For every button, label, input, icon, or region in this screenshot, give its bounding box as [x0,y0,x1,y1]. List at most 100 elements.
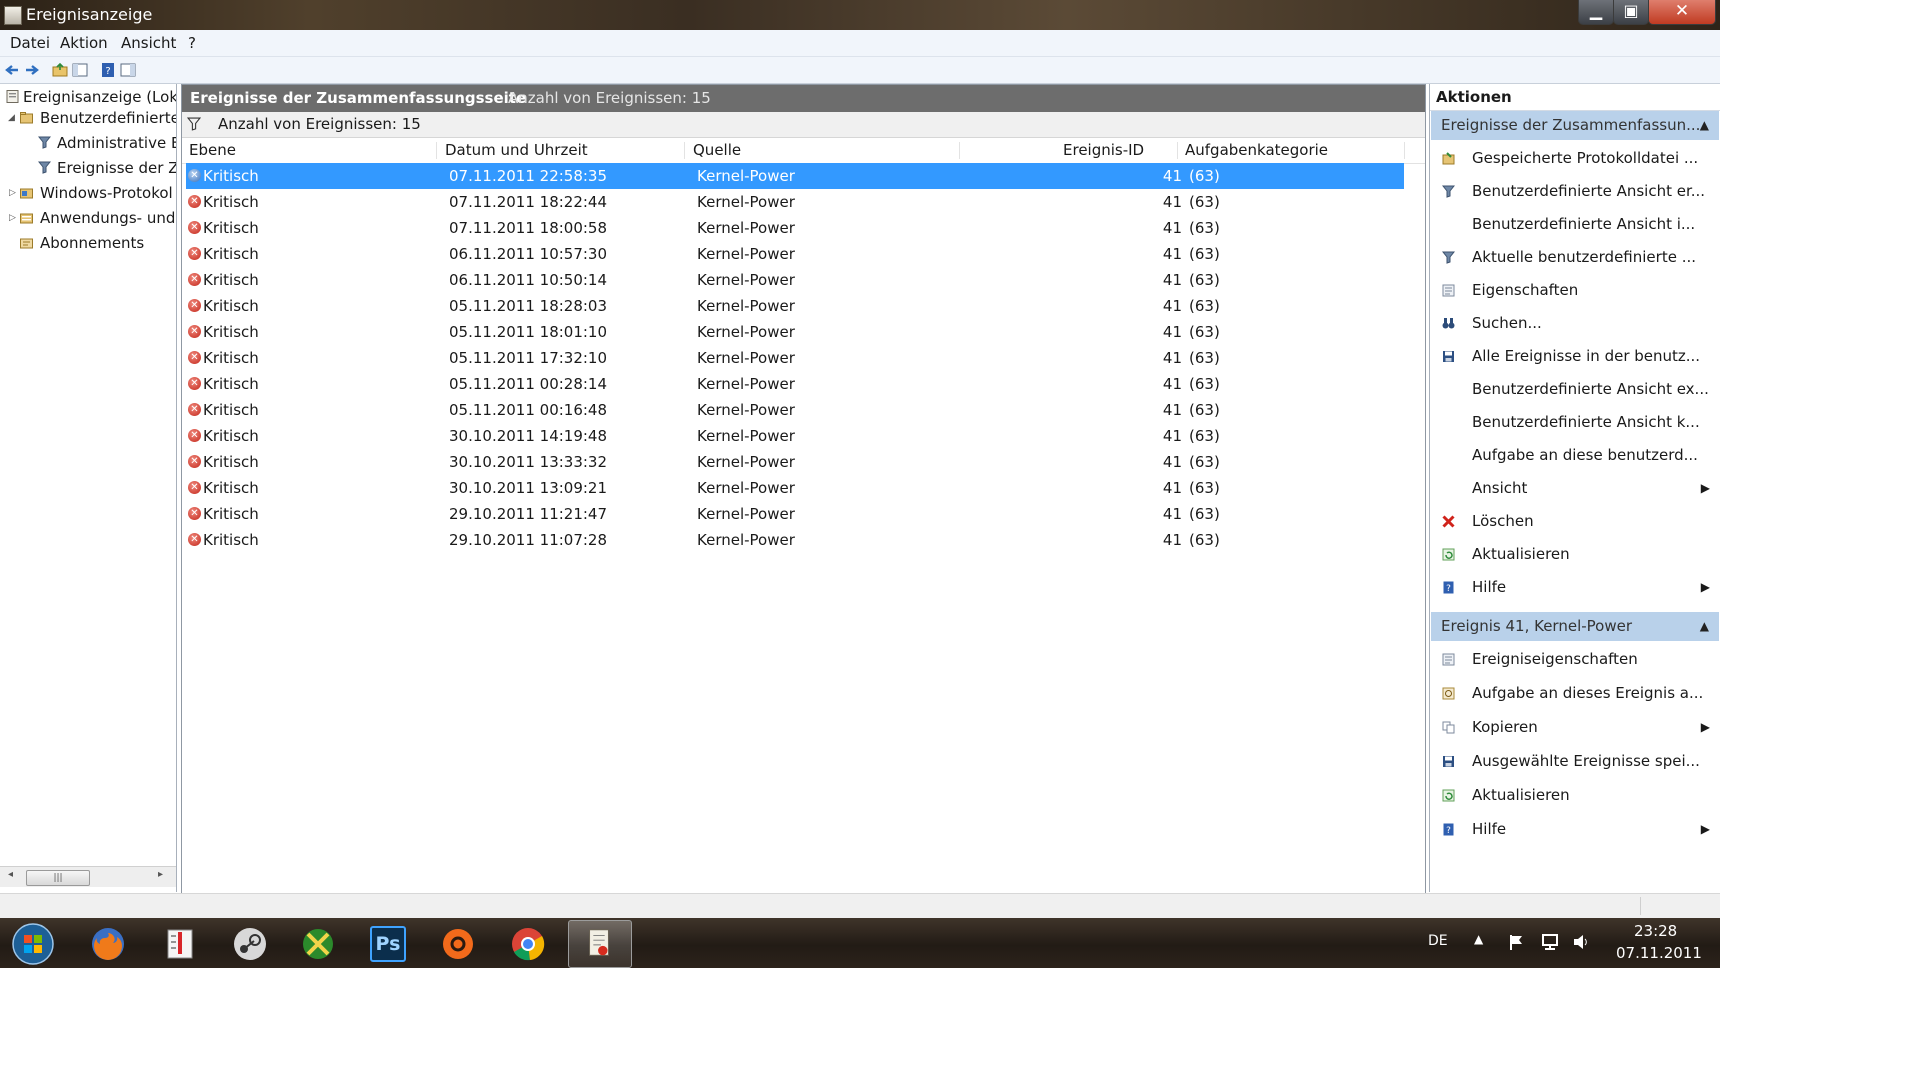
clock-time[interactable]: 23:28 [1634,922,1677,940]
network-icon[interactable] [1540,933,1560,951]
cell-ebene: Kritisch [203,193,259,211]
firefox-icon[interactable] [90,926,126,962]
action-label: Eigenschaften [1472,281,1579,299]
column-divider[interactable] [1177,142,1178,159]
origin-icon[interactable] [440,926,476,962]
column-header-ereignis-id[interactable]: Ereignis-ID [1063,138,1144,163]
close-button[interactable]: ✕ [1648,0,1716,25]
action-item[interactable]: Gespeicherte Protokolldatei ... [1430,142,1720,174]
cell-aufgabenkategorie: (63) [1189,479,1220,497]
column-header-datum[interactable]: Datum und Uhrzeit [445,138,588,163]
action-item[interactable]: Benutzerdefinierte Ansicht k... [1430,406,1720,438]
cell-datum: 07.11.2011 18:00:58 [449,219,608,237]
table-row[interactable]: ✕ Kritisch 07.11.2011 18:00:58 Kernel-Power… [186,215,1404,241]
action-item[interactable]: Aufgabe an diese benutzerd... [1430,439,1720,471]
action-item[interactable]: Eigenschaften [1430,274,1720,306]
show-hidden-icons[interactable]: ▲ [1474,932,1483,946]
table-row[interactable]: ✕ Kritisch 30.10.2011 13:09:21 Kernel-Power… [186,475,1404,501]
table-row[interactable]: ✕ Kritisch 30.10.2011 13:33:32 Kernel-Power… [186,449,1404,475]
critical-error-icon: ✕ [188,273,201,286]
cell-quelle: Kernel-Power [697,375,795,393]
action-item[interactable]: Benutzerdefinierte Ansicht ex... [1430,373,1720,405]
menu-aktion[interactable]: Aktion [60,34,108,52]
photoshop-icon[interactable]: Ps [370,926,406,962]
back-arrow-icon[interactable] [4,62,20,78]
action-item[interactable]: Alle Ereignisse in der benutz... [1430,340,1720,372]
expand-arrow-icon[interactable]: ◢ [8,107,15,129]
column-divider[interactable] [436,142,437,159]
thermometer-app-icon[interactable] [162,926,198,962]
expand-arrow-icon[interactable]: ▷ [9,207,16,229]
actions-section-header[interactable]: Ereignisse der Zusammenfassun... ▲ [1431,111,1719,140]
action-center-flag-icon[interactable] [1508,933,1526,951]
table-row[interactable]: ✕ Kritisch 05.11.2011 17:32:10 Kernel-Power… [186,345,1404,371]
action-item[interactable]: Aktualisieren [1430,779,1720,811]
cell-quelle: Kernel-Power [697,271,795,289]
critical-error-icon: ✕ [188,507,201,520]
menu-datei[interactable]: Datei [10,34,50,52]
cell-datum: 30.10.2011 14:19:48 [449,427,608,445]
action-item[interactable]: Ansicht ▶ [1430,472,1720,504]
scroll-left-icon[interactable]: ◂ [8,869,13,880]
start-orb-icon[interactable] [12,923,54,965]
xbox-app-icon[interactable] [300,926,336,962]
menu-ansicht[interactable]: Ansicht [121,34,176,52]
submenu-arrow-icon: ▶ [1700,580,1710,594]
forward-arrow-icon[interactable] [24,62,40,78]
up-folder-icon[interactable] [52,62,68,78]
collapse-chevron-icon[interactable]: ▲ [1700,612,1709,641]
language-indicator[interactable]: DE [1428,933,1448,949]
table-row[interactable]: ✕ Kritisch 07.11.2011 22:58:35 Kernel-Power… [186,163,1404,189]
action-item[interactable]: Kopieren ▶ [1430,711,1720,743]
action-item[interactable]: Aktuelle benutzerdefinierte ... [1430,241,1720,273]
table-row[interactable]: ✕ Kritisch 30.10.2011 14:19:48 Kernel-Power… [186,423,1404,449]
action-item[interactable]: ? Hilfe ▶ [1430,813,1720,845]
minimize-button[interactable]: ▁ [1578,0,1614,25]
table-row[interactable]: ✕ Kritisch 06.11.2011 10:57:30 Kernel-Power… [186,241,1404,267]
action-item[interactable]: Suchen... [1430,307,1720,339]
actions-section-header[interactable]: Ereignis 41, Kernel-Power ▲ [1431,612,1719,641]
table-row[interactable]: ✕ Kritisch 05.11.2011 18:01:10 Kernel-Power… [186,319,1404,345]
active-taskbar-button[interactable] [568,920,632,968]
action-item[interactable]: Löschen [1430,505,1720,537]
action-label: Ansicht [1472,479,1528,497]
volume-icon[interactable] [1572,933,1590,951]
collapse-chevron-icon[interactable]: ▲ [1700,111,1709,140]
action-item[interactable]: Benutzerdefinierte Ansicht i... [1430,208,1720,240]
action-item[interactable]: Aufgabe an dieses Ereignis a... [1430,677,1720,709]
chrome-icon[interactable] [510,926,546,962]
table-row[interactable]: ✕ Kritisch 07.11.2011 18:22:44 Kernel-Power… [186,189,1404,215]
action-item[interactable]: Ausgewählte Ereignisse spei... [1430,745,1720,777]
table-row[interactable]: ✕ Kritisch 05.11.2011 00:16:48 Kernel-Power… [186,397,1404,423]
table-row[interactable]: ✕ Kritisch 05.11.2011 00:28:14 Kernel-Power… [186,371,1404,397]
action-item[interactable]: Ereigniseigenschaften [1430,643,1720,675]
table-row[interactable]: ✕ Kritisch 29.10.2011 11:21:47 Kernel-Power… [186,501,1404,527]
column-divider[interactable] [1404,142,1405,159]
clock-date[interactable]: 07.11.2011 [1616,944,1702,962]
column-header-quelle[interactable]: Quelle [693,138,741,163]
column-header-ebene[interactable]: Ebene [189,138,236,163]
menu-help[interactable]: ? [188,34,196,52]
cell-aufgabenkategorie: (63) [1189,531,1220,549]
action-item[interactable]: ? Hilfe ▶ [1430,571,1720,603]
expand-arrow-icon[interactable]: ▷ [9,182,16,204]
scroll-right-icon[interactable]: ▸ [158,869,163,880]
column-divider[interactable] [684,142,685,159]
show-hide-console-tree-icon[interactable] [72,62,88,78]
table-row[interactable]: ✕ Kritisch 06.11.2011 10:50:14 Kernel-Power… [186,267,1404,293]
scrollbar-thumb[interactable]: ||| [26,870,90,886]
action-label: Benutzerdefinierte Ansicht er... [1472,182,1706,200]
action-item[interactable]: Benutzerdefinierte Ansicht er... [1430,175,1720,207]
steam-icon[interactable] [232,926,268,962]
column-divider[interactable] [959,142,960,159]
action-item[interactable]: Aktualisieren [1430,538,1720,570]
cell-datum: 29.10.2011 11:21:47 [449,505,608,523]
column-header-aufgabenkategorie[interactable]: Aufgabenkategorie [1185,138,1328,163]
cell-quelle: Kernel-Power [697,453,795,471]
table-row[interactable]: ✕ Kritisch 29.10.2011 11:07:28 Kernel-Power… [186,527,1404,553]
help-icon[interactable]: ? [100,62,116,78]
maximize-button[interactable]: ▣ [1613,0,1649,25]
show-hide-action-pane-icon[interactable] [120,62,136,78]
table-row[interactable]: ✕ Kritisch 05.11.2011 18:28:03 Kernel-Power… [186,293,1404,319]
tree-horizontal-scrollbar[interactable]: ◂ ||| ▸ [0,866,176,887]
